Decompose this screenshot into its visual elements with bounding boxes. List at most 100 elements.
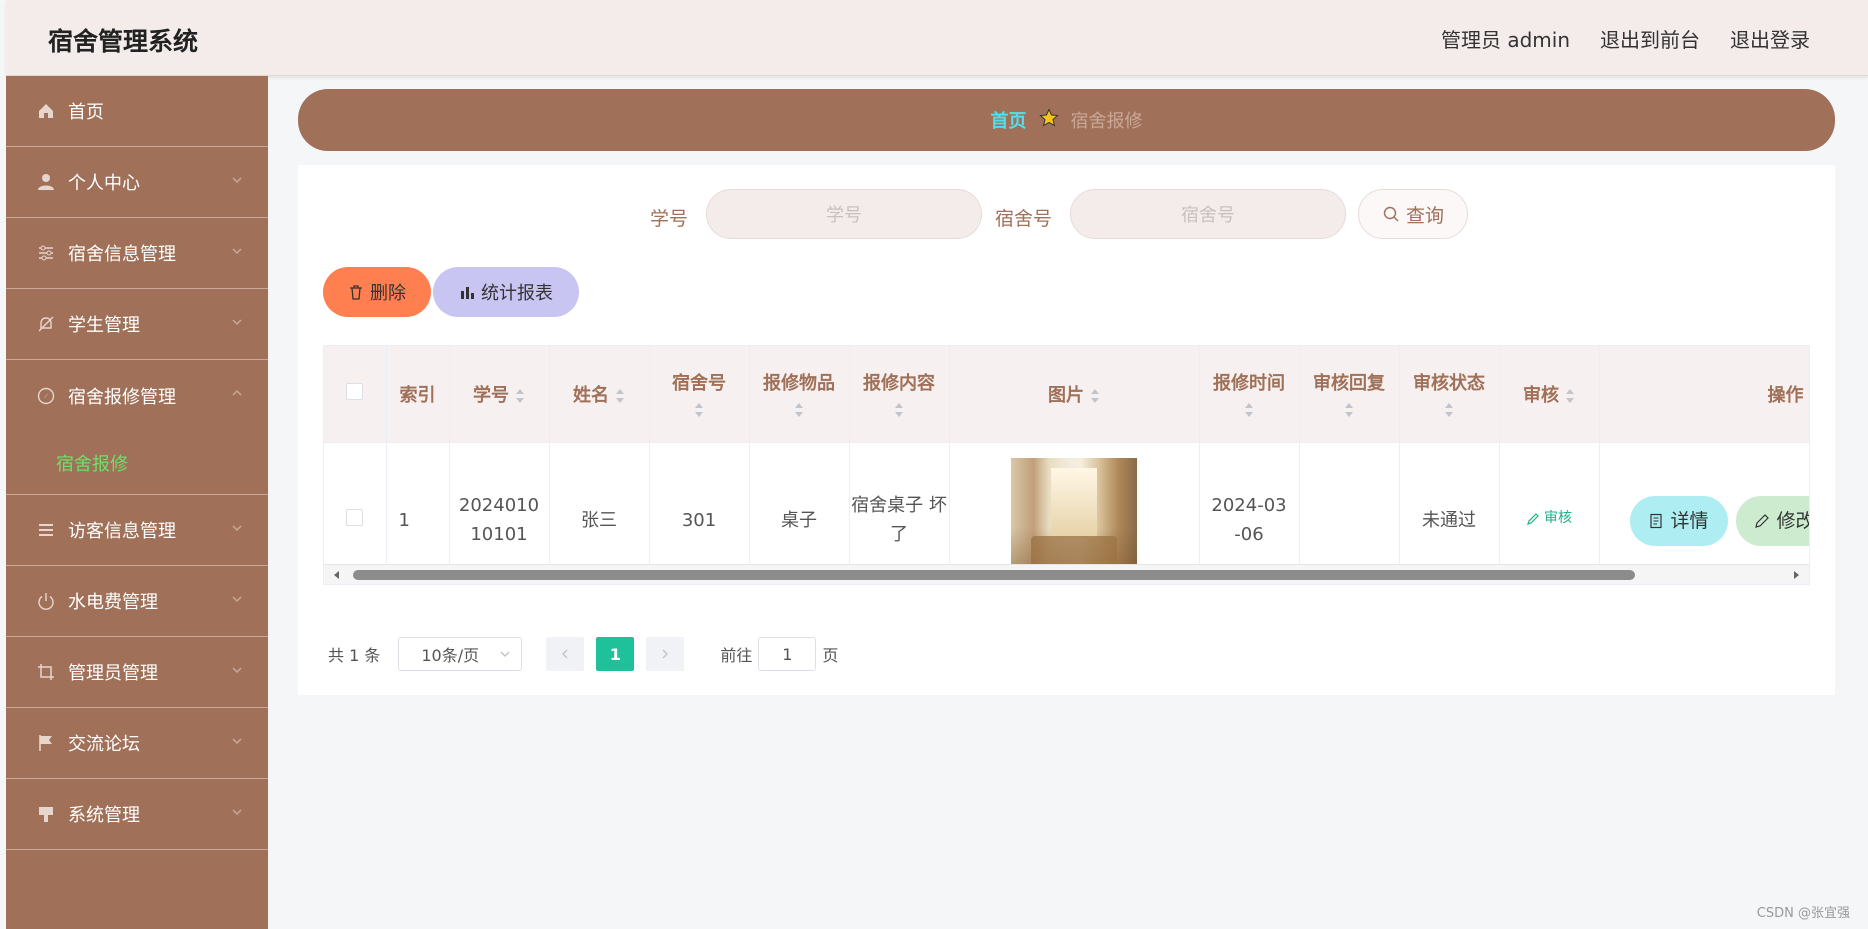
sidebar-item-label: 管理员管理 <box>68 663 158 684</box>
sidebar-item-personal-center[interactable]: 个人中心 <box>6 147 268 218</box>
sidebar-item-label: 宿舍报修管理 <box>68 386 176 408</box>
chevron-down-icon <box>232 809 242 816</box>
detail-button[interactable]: 详情 <box>1629 496 1728 546</box>
exit-to-front-link[interactable]: 退出到前台 <box>1600 24 1700 53</box>
sidebar-item-admins[interactable]: 管理员管理 <box>6 637 268 708</box>
page-size-value: 10条/页 <box>421 646 480 665</box>
select-all-header <box>324 346 387 443</box>
sidebar-group-repair: 宿舍报修管理 宿舍报修 <box>6 360 268 495</box>
sort-icon[interactable] <box>515 387 525 405</box>
column-header: 操作 <box>1599 346 1809 443</box>
scrollbar-thumb[interactable] <box>353 570 1635 580</box>
flag-icon <box>36 733 56 753</box>
compass-icon <box>36 386 56 406</box>
sort-icon[interactable] <box>1090 387 1100 405</box>
scroll-left-icon[interactable] <box>332 570 342 580</box>
detail-label: 详情 <box>1670 509 1709 532</box>
column-header[interactable]: 审核回复 <box>1299 346 1400 443</box>
watermark: CSDN @张宜强 <box>1756 906 1850 921</box>
document-icon <box>1650 513 1663 529</box>
column-header[interactable]: 审核状态 <box>1399 346 1500 443</box>
sliders-icon <box>36 243 56 263</box>
sidebar-item-label: 交流论坛 <box>68 734 140 755</box>
sort-icon[interactable] <box>694 401 704 419</box>
sidebar-item-utilities[interactable]: 水电费管理 <box>6 566 268 637</box>
audit-button[interactable]: 审核 <box>1526 507 1572 529</box>
chevron-down-icon <box>232 177 242 184</box>
sidebar-item-repair-management[interactable]: 宿舍报修管理 <box>6 360 268 431</box>
sidebar-subitem-dorm-repair[interactable]: 宿舍报修 <box>6 431 268 494</box>
sidebar-item-forum[interactable]: 交流论坛 <box>6 708 268 779</box>
sort-icon[interactable] <box>1344 401 1354 419</box>
page-size-select[interactable]: 10条/页 <box>398 637 523 671</box>
sidebar-item-visitors[interactable]: 访客信息管理 <box>6 495 268 566</box>
column-header[interactable]: 报修内容 <box>849 346 950 443</box>
query-label: 查询 <box>1405 204 1444 227</box>
chevron-up-icon <box>232 389 242 396</box>
edit-icon <box>1527 512 1539 525</box>
edit-label: 修改 <box>1776 509 1809 532</box>
star-icon <box>1038 107 1059 133</box>
report-label: 统计报表 <box>481 283 553 304</box>
app-title: 宿舍管理系统 <box>48 27 199 56</box>
sidebar-item-label: 首页 <box>68 102 104 123</box>
sidebar-item-home[interactable]: 首页 <box>6 76 268 147</box>
student-no-label: 学号 <box>650 208 689 230</box>
chevron-down-icon <box>232 596 242 603</box>
sidebar-item-students[interactable]: 学生管理 <box>6 289 268 360</box>
delete-label: 删除 <box>370 283 406 304</box>
sidebar-item-dorm-info[interactable]: 宿舍信息管理 <box>6 218 268 289</box>
sidebar-item-label: 个人中心 <box>68 173 140 194</box>
row-checkbox[interactable] <box>346 508 364 526</box>
select-all-checkbox[interactable] <box>346 382 364 400</box>
menu-icon <box>36 520 56 540</box>
sidebar-item-label: 系统管理 <box>68 805 140 826</box>
column-header[interactable]: 学号 <box>449 346 550 443</box>
goto-label: 前往 <box>720 646 753 665</box>
sidebar: 首页 个人中心 宿舍信息管理 学生管理 宿舍报修管理 宿舍报修 访客信息管理 水… <box>6 76 268 929</box>
sort-icon[interactable] <box>615 387 625 405</box>
sidebar-item-label: 宿舍信息管理 <box>68 244 176 265</box>
sort-icon[interactable] <box>1565 387 1575 405</box>
sort-icon[interactable] <box>1444 401 1454 419</box>
edit-button[interactable]: 修改 <box>1735 496 1809 546</box>
content-panel: 学号 学号 宿舍号 宿舍号 查询 删除 统计报表 索引 学号 姓名 宿舍号 报修… <box>298 165 1835 695</box>
column-header[interactable]: 审核 <box>1499 346 1600 443</box>
sidebar-item-label: 水电费管理 <box>68 592 158 613</box>
chevron-down-icon <box>232 738 242 745</box>
sort-icon[interactable] <box>894 401 904 419</box>
delete-button[interactable]: 删除 <box>323 267 431 317</box>
chevron-left-icon <box>562 649 568 659</box>
home-icon <box>36 101 56 121</box>
student-no-input[interactable]: 学号 <box>706 189 982 239</box>
chevron-down-icon <box>500 651 510 657</box>
top-header: 宿舍管理系统 管理员 admin 退出到前台 退出登录 <box>6 0 1868 76</box>
next-page-button[interactable] <box>646 637 685 671</box>
search-form: 学号 学号 宿舍号 宿舍号 查询 <box>298 189 1835 239</box>
page-number-current[interactable]: 1 <box>596 637 635 671</box>
dorm-no-input[interactable]: 宿舍号 <box>1070 189 1346 239</box>
column-header: 索引 <box>386 346 450 443</box>
prev-page-button[interactable] <box>546 637 585 671</box>
sort-icon[interactable] <box>1244 401 1254 419</box>
sort-icon[interactable] <box>794 401 804 419</box>
chevron-down-icon <box>232 525 242 532</box>
column-header[interactable]: 图片 <box>949 346 1200 443</box>
report-button[interactable]: 统计报表 <box>433 267 579 317</box>
breadcrumb-home[interactable]: 首页 <box>991 107 1027 133</box>
chevron-down-icon <box>232 248 242 255</box>
column-header[interactable]: 宿舍号 <box>649 346 750 443</box>
bar-chart-icon <box>461 287 474 299</box>
horizontal-scrollbar[interactable] <box>324 564 1809 584</box>
sidebar-item-system[interactable]: 系统管理 <box>6 779 268 850</box>
column-header[interactable]: 报修物品 <box>749 346 850 443</box>
goto-page-input[interactable]: 1 <box>758 637 817 671</box>
chevron-down-icon <box>232 319 242 326</box>
scroll-right-icon[interactable] <box>1791 570 1801 580</box>
column-header[interactable]: 姓名 <box>549 346 650 443</box>
query-button[interactable]: 查询 <box>1358 189 1468 239</box>
pagination: 共 1 条 10条/页 1 前往 1 页 <box>328 637 838 671</box>
logout-link[interactable]: 退出登录 <box>1730 24 1810 53</box>
column-header[interactable]: 报修时间 <box>1199 346 1300 443</box>
crop-icon <box>36 662 56 682</box>
